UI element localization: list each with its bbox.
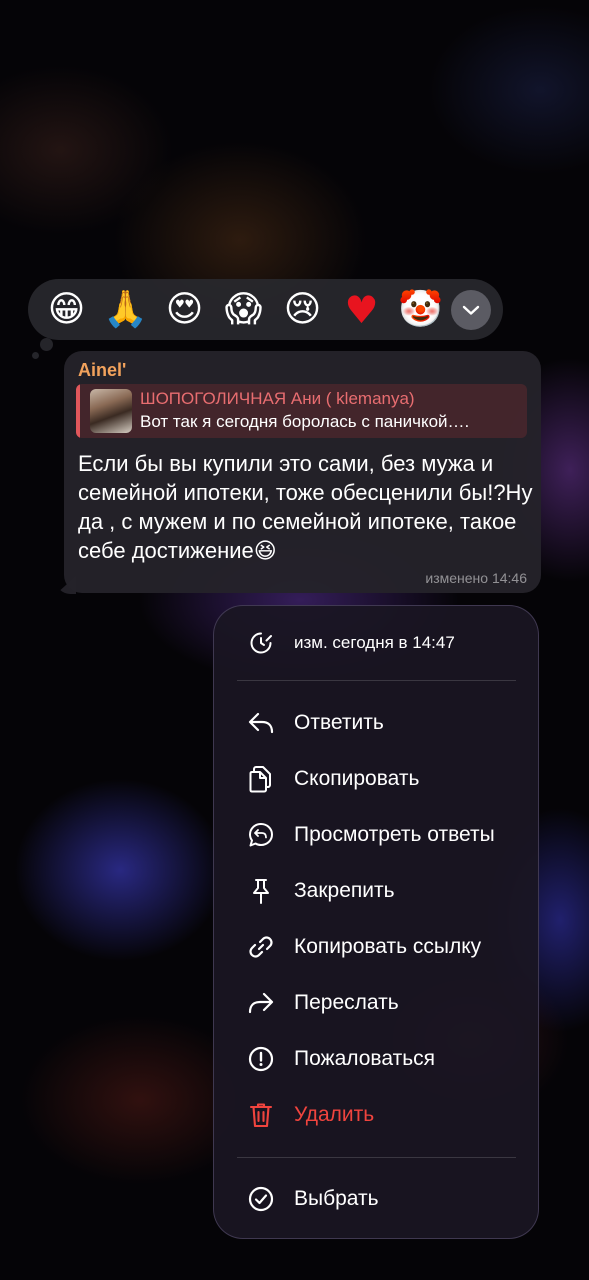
edited-info-row: изм. сегодня в 14:47 (214, 615, 538, 671)
menu-item-label: Пожаловаться (294, 1047, 436, 1070)
message-timestamp: изменено 14:46 (425, 570, 527, 586)
edited-clock-icon (246, 628, 276, 658)
menu-item-report[interactable]: Пожаловаться (214, 1031, 538, 1087)
forward-icon (246, 988, 276, 1018)
quote-text: Вот так я сегодня боролась с паничкой…. (140, 412, 470, 431)
menu-item-view-replies[interactable]: Просмотреть ответы (214, 807, 538, 863)
message-text: Если бы вы купили это сами, без мужа и с… (78, 451, 533, 563)
message-bubble[interactable]: Ainel' ШОПОГОЛИЧНАЯ Ани ( klemanya) Вот … (64, 351, 541, 593)
quote-author: ШОПОГОЛИЧНАЯ Ани ( klemanya) (140, 389, 415, 408)
menu-item-label: Ответить (294, 711, 384, 734)
quote-thumbnail (90, 389, 132, 433)
reaction-grin[interactable]: 😁 (37, 280, 96, 339)
menu-item-label: Выбрать (294, 1187, 379, 1210)
sender-name[interactable]: Ainel' (78, 360, 126, 381)
expand-reactions-button[interactable] (451, 289, 491, 330)
context-menu: изм. сегодня в 14:47 Ответить Скопироват… (213, 605, 539, 1239)
quote-accent-bar (76, 384, 80, 438)
menu-item-reply[interactable]: Ответить (214, 695, 538, 751)
reaction-pray[interactable]: 🙏 (96, 280, 155, 339)
menu-item-select[interactable]: Выбрать (214, 1171, 538, 1227)
reaction-scream[interactable]: 😱 (214, 280, 273, 339)
menu-item-label: Удалить (294, 1103, 375, 1126)
menu-item-label: Просмотреть ответы (294, 823, 495, 846)
reply-icon (246, 708, 276, 738)
menu-item-label: Закрепить (294, 879, 395, 902)
reaction-heart-eyes[interactable]: 😍 (155, 280, 214, 339)
link-icon (246, 932, 276, 962)
menu-divider (237, 1157, 516, 1158)
menu-item-label: Переслать (294, 991, 399, 1014)
reaction-bar: 😁 🙏 😍 😱 😢 ♥ 🤡 (28, 279, 503, 340)
menu-item-pin[interactable]: Закрепить (214, 863, 538, 919)
checkmark-circle-icon (246, 1184, 276, 1214)
copy-icon (246, 764, 276, 794)
menu-divider (237, 680, 516, 681)
reaction-cry[interactable]: 😢 (273, 280, 332, 339)
reaction-clown[interactable]: 🤡 (391, 280, 450, 339)
reaction-bar-tail-small (32, 352, 39, 359)
pin-icon (246, 876, 276, 906)
menu-item-delete[interactable]: Удалить (214, 1087, 538, 1143)
view-replies-icon (246, 820, 276, 850)
report-icon (246, 1044, 276, 1074)
menu-item-label: Копировать ссылку (294, 935, 482, 958)
menu-item-label: Скопировать (294, 767, 420, 790)
edited-info-label: изм. сегодня в 14:47 (294, 633, 455, 652)
menu-item-forward[interactable]: Переслать (214, 975, 538, 1031)
reaction-bar-tail (40, 338, 53, 351)
reaction-heart[interactable]: ♥ (332, 280, 391, 339)
menu-item-copy-link[interactable]: Копировать ссылку (214, 919, 538, 975)
trash-icon (246, 1100, 276, 1130)
menu-item-copy[interactable]: Скопировать (214, 751, 538, 807)
chevron-down-icon (462, 305, 480, 315)
reply-quote[interactable]: ШОПОГОЛИЧНАЯ Ани ( klemanya) Вот так я с… (76, 384, 527, 438)
